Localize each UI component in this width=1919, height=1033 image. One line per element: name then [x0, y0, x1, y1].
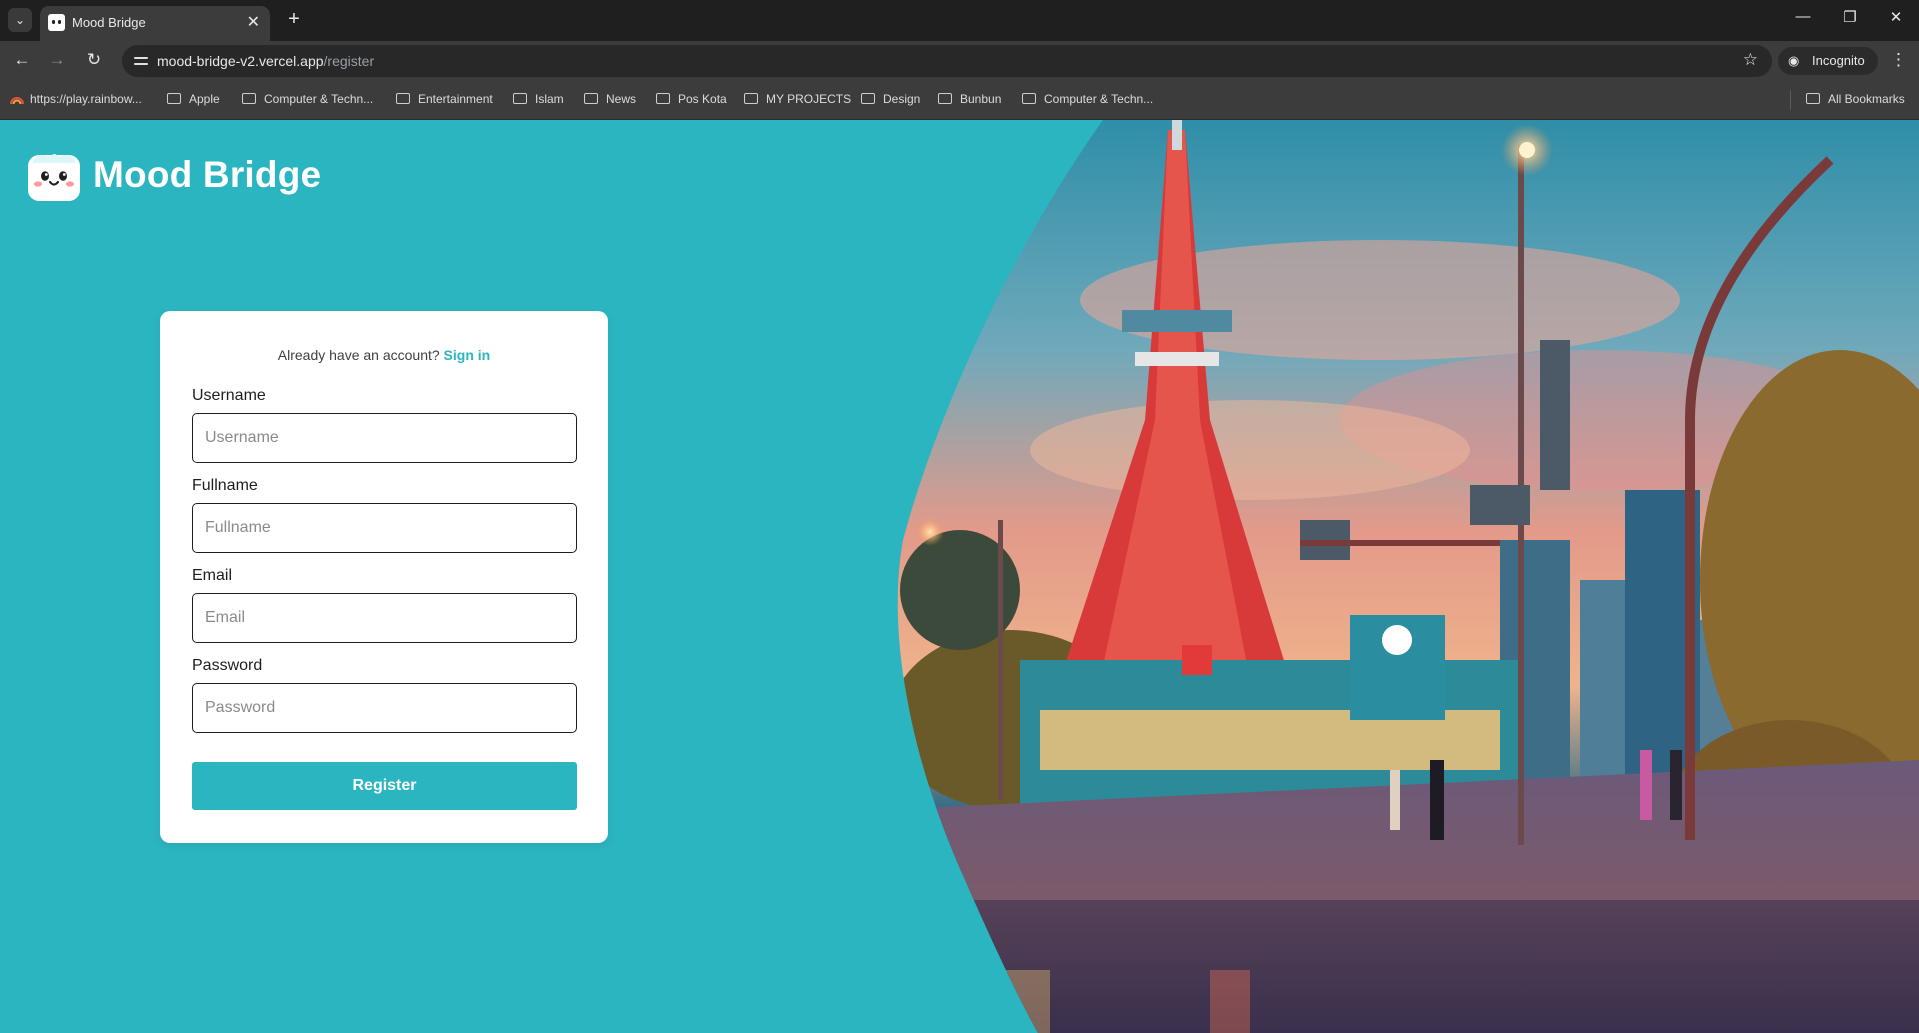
incognito-icon: ◉ [1788, 53, 1800, 68]
folder-icon [396, 93, 410, 104]
bookmark-folder[interactable]: Computer & Techn... [1022, 92, 1153, 110]
bookmark-folder[interactable]: Bunbun [938, 92, 1001, 110]
bookmarks-divider [1790, 90, 1791, 110]
signin-prompt: Already have an account? Sign in [160, 347, 608, 363]
register-button[interactable]: Register [192, 762, 577, 810]
restore-icon[interactable]: ❐ [1830, 8, 1870, 26]
bookmark-folder[interactable]: Computer & Techn... [242, 92, 373, 110]
folder-icon [167, 93, 181, 104]
bookmark-item[interactable]: https://play.rainbow... [10, 92, 142, 110]
email-input[interactable] [192, 593, 577, 643]
all-bookmarks-label: All Bookmarks [1828, 92, 1905, 106]
tab-close-icon[interactable]: ✕ [247, 12, 260, 32]
site-info-icon[interactable] [132, 52, 150, 70]
brand-name: Mood Bridge [93, 154, 322, 195]
bookmark-folder[interactable]: Design [861, 92, 920, 110]
url-text[interactable]: mood-bridge-v2.vercel.app/register [157, 53, 374, 69]
folder-icon [584, 93, 598, 104]
bookmark-folder[interactable]: News [584, 92, 636, 110]
mood-bridge-logo-icon [28, 154, 80, 201]
bookmark-label: Pos Kota [678, 92, 727, 106]
bookmark-label: Design [883, 92, 921, 106]
folder-icon [938, 93, 952, 104]
folder-icon [513, 93, 527, 104]
minimize-icon[interactable]: — [1783, 8, 1823, 25]
fullname-input[interactable] [192, 503, 577, 553]
forward-icon[interactable]: → [45, 50, 69, 70]
bookmarks-bar: https://play.rainbow... Apple Computer &… [0, 81, 1919, 120]
all-bookmarks-button[interactable]: All Bookmarks [1806, 92, 1905, 110]
incognito-badge[interactable]: ◉ Incognito [1778, 47, 1878, 75]
rainbow-favicon [10, 97, 24, 105]
tab-search-button[interactable]: ⌄ [8, 8, 32, 32]
bookmark-folder[interactable]: Apple [167, 92, 220, 110]
already-account-text: Already have an account? [277, 347, 440, 363]
browser-menu-icon[interactable]: ⋮ [1890, 50, 1907, 70]
mood-bridge-favicon [48, 14, 65, 31]
signin-link[interactable]: Sign in [444, 347, 491, 363]
close-window-icon[interactable]: ✕ [1876, 8, 1916, 26]
bookmark-label: Computer & Techn... [264, 92, 374, 106]
browser-toolbar: ← → ↻ mood-bridge-v2.vercel.app/register… [0, 41, 1919, 81]
username-label: Username [192, 387, 266, 404]
new-tab-button[interactable]: + [282, 8, 306, 31]
folder-icon [1022, 93, 1036, 104]
browser-tab[interactable]: Mood Bridge ✕ [40, 6, 270, 41]
bookmark-star-icon[interactable]: ☆ [1743, 50, 1758, 70]
tab-title: Mood Bridge [72, 15, 146, 30]
url-path: /register [323, 53, 375, 69]
folder-icon [242, 93, 256, 104]
register-card: Already have an account? Sign in Usernam… [160, 311, 608, 843]
back-icon[interactable]: ← [10, 50, 34, 70]
folder-icon [861, 93, 875, 104]
username-input[interactable] [192, 413, 577, 463]
register-page: Mood Bridge Already have an account? Sig… [0, 120, 1919, 1033]
bookmark-label: Entertainment [418, 92, 493, 106]
url-host: mood-bridge-v2.vercel.app [157, 53, 324, 69]
bookmark-label: News [606, 92, 637, 106]
bookmark-label: Bunbun [960, 92, 1002, 106]
bookmark-folder[interactable]: Islam [513, 92, 564, 110]
bookmark-label: MY PROJECTS [766, 92, 852, 106]
email-label: Email [192, 567, 233, 584]
password-input[interactable] [192, 683, 577, 733]
folder-icon [744, 93, 758, 104]
bookmark-label: Apple [189, 92, 220, 106]
incognito-label: Incognito [1812, 53, 1865, 68]
bookmark-label: https://play.rainbow... [30, 92, 142, 106]
browser-tabstrip: ⌄ Mood Bridge ✕ + — ❐ ✕ [0, 0, 1919, 41]
bookmark-folder[interactable]: Pos Kota [656, 92, 727, 110]
password-label: Password [192, 657, 263, 674]
bookmark-label: Islam [535, 92, 564, 106]
address-bar[interactable]: mood-bridge-v2.vercel.app/register ☆ [122, 45, 1772, 77]
reload-icon[interactable]: ↻ [82, 50, 106, 70]
fullname-label: Fullname [192, 477, 258, 494]
folder-icon [1806, 93, 1820, 104]
folder-icon [656, 93, 670, 104]
bookmark-folder[interactable]: Entertainment [396, 92, 493, 110]
bookmark-label: Computer & Techn... [1044, 92, 1154, 106]
bookmark-folder[interactable]: MY PROJECTS [744, 92, 851, 110]
